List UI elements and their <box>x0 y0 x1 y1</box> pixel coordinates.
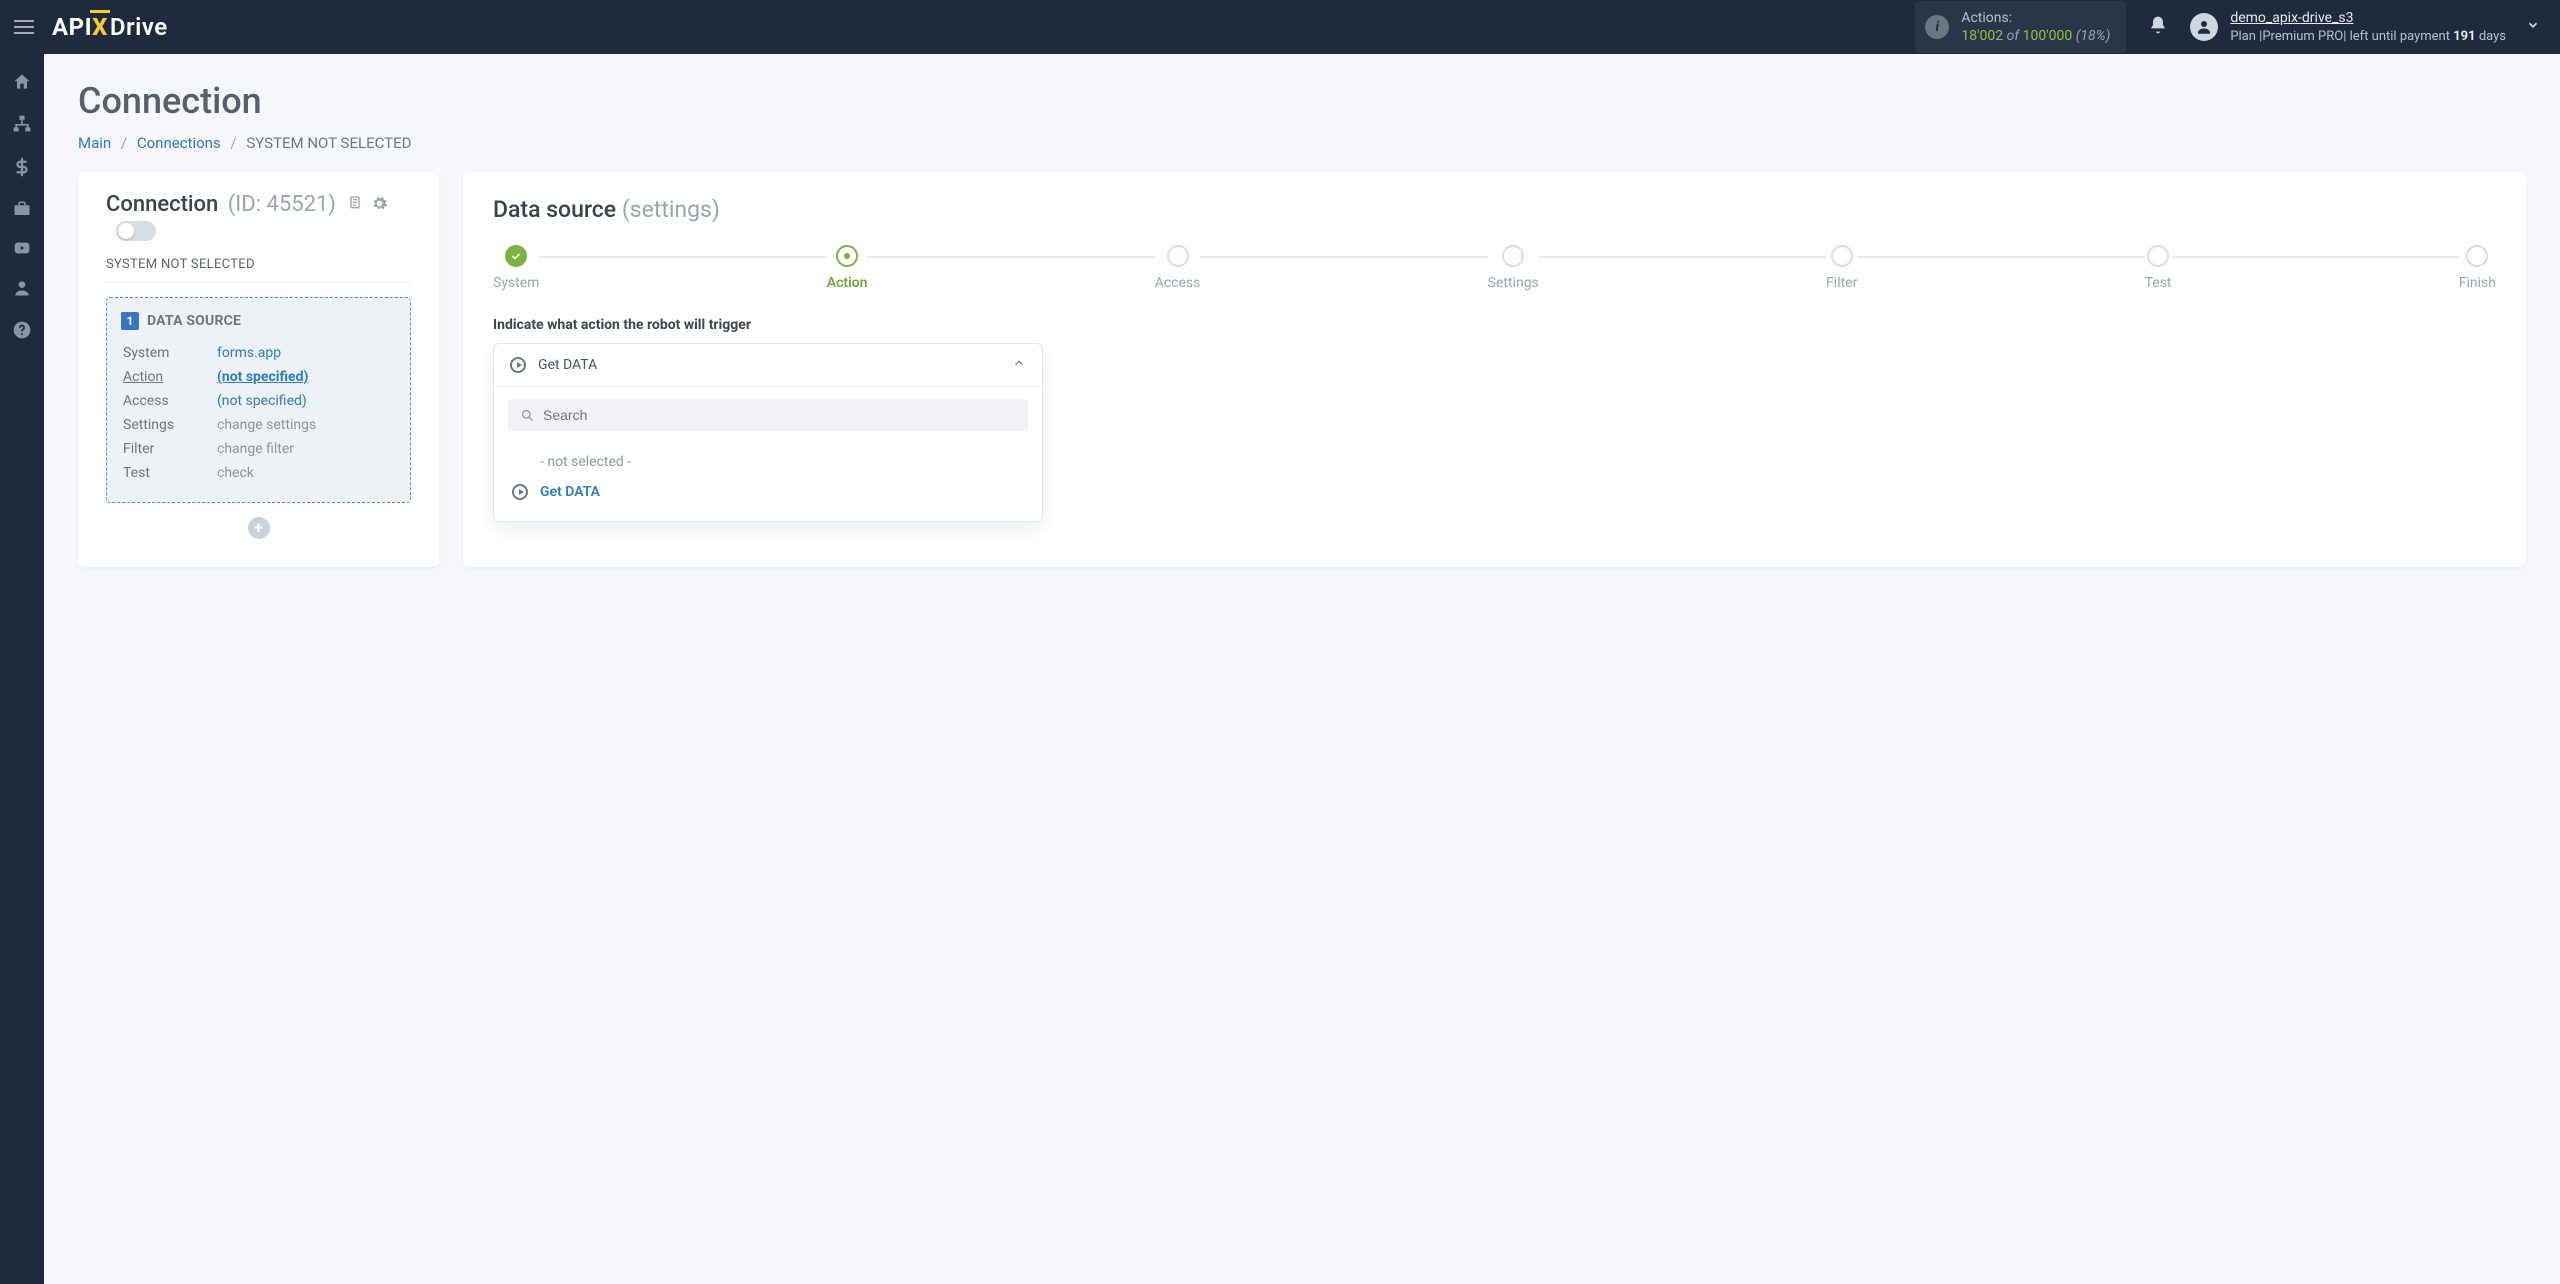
dropdown-search[interactable] <box>508 399 1028 431</box>
search-input[interactable] <box>543 407 1016 423</box>
copy-icon[interactable] <box>347 193 363 218</box>
search-icon <box>520 408 535 423</box>
stepper: System Action Access Settings Filter Test Fini… <box>493 245 2496 291</box>
sitemap-icon[interactable] <box>12 114 32 134</box>
data-source-title: DATA SOURCE <box>147 313 241 329</box>
ds-row-key: Action <box>123 366 215 388</box>
connection-toggle[interactable] <box>116 221 156 241</box>
ds-row-key: Test <box>123 462 215 484</box>
user-icon[interactable] <box>12 278 32 298</box>
dollar-icon[interactable] <box>13 156 31 178</box>
chevron-up-icon <box>1012 356 1026 374</box>
settings-heading-sub: (settings) <box>622 196 720 223</box>
data-source-box[interactable]: 1 DATA SOURCE Systemforms.appAction(not … <box>106 297 411 503</box>
settings-card: Data source (settings) System Action Acces… <box>463 172 2526 567</box>
user-plan: Plan |Premium PRO| left until payment 19… <box>2230 28 2506 46</box>
action-dropdown: Get DATA - not selected -Get DATA <box>493 343 1043 522</box>
logo[interactable]: APIXDrive <box>52 13 168 41</box>
breadcrumb: Main / Connections / SYSTEM NOT SELECTED <box>78 134 2526 152</box>
ds-row-val[interactable]: forms.app <box>217 342 394 364</box>
ds-row-key: Settings <box>123 414 215 436</box>
step-finish[interactable]: Finish <box>2459 245 2496 291</box>
avatar-icon <box>2190 13 2218 41</box>
dropdown-selected: Get DATA <box>538 357 1000 373</box>
page-title: Connection <box>78 80 2526 122</box>
youtube-icon[interactable] <box>11 240 33 256</box>
connection-card: Connection (ID: 45521) SYSTEM NOT SELECT… <box>78 172 439 567</box>
step-test[interactable]: Test <box>2145 245 2172 291</box>
connection-heading: Connection <box>106 192 218 217</box>
ds-row-val[interactable]: (not specified) <box>217 390 394 412</box>
info-icon: i <box>1925 15 1949 39</box>
gear-icon[interactable] <box>371 193 388 218</box>
user-menu[interactable]: demo_apix-drive_s3 Plan |Premium PRO| le… <box>2190 9 2506 45</box>
connection-subheader: SYSTEM NOT SELECTED <box>106 257 411 283</box>
ds-row-val[interactable]: change filter <box>217 438 394 460</box>
actions-percent: (18%) <box>2076 28 2111 44</box>
ds-row-key: System <box>123 342 215 364</box>
bell-icon[interactable] <box>2148 14 2168 40</box>
step-system[interactable]: System <box>493 245 539 291</box>
help-icon[interactable] <box>12 320 32 340</box>
step-action[interactable]: Action <box>827 245 868 291</box>
ds-row-key: Filter <box>123 438 215 460</box>
breadcrumb-main[interactable]: Main <box>78 134 111 152</box>
breadcrumb-connections[interactable]: Connections <box>137 134 221 152</box>
actions-counter[interactable]: i Actions: 18'002 of 100'000 (18%) <box>1915 1 2126 53</box>
play-icon <box>510 357 526 373</box>
home-icon[interactable] <box>12 72 32 92</box>
step-filter[interactable]: Filter <box>1826 245 1857 291</box>
app-header: APIXDrive i Actions: 18'002 of 100'000 (… <box>0 0 2560 54</box>
dropdown-option[interactable]: - not selected - <box>494 447 1042 477</box>
ds-row-val[interactable]: check <box>217 462 394 484</box>
instruction-label: Indicate what action the robot will trig… <box>493 317 2496 333</box>
data-source-badge: 1 <box>121 312 139 330</box>
actions-label: Actions: <box>1961 9 2110 27</box>
dropdown-option[interactable]: Get DATA <box>494 477 1042 507</box>
actions-used: 18'002 <box>1961 28 2003 44</box>
settings-heading: Data source <box>493 196 616 223</box>
sidebar <box>0 54 44 1284</box>
briefcase-icon[interactable] <box>12 200 32 218</box>
add-destination-button[interactable]: + <box>248 517 270 539</box>
ds-row-val[interactable]: change settings <box>217 414 394 436</box>
step-access[interactable]: Access <box>1155 245 1201 291</box>
play-icon <box>512 484 528 500</box>
step-settings[interactable]: Settings <box>1488 245 1539 291</box>
breadcrumb-current: SYSTEM NOT SELECTED <box>246 134 411 152</box>
menu-button[interactable] <box>14 20 38 34</box>
actions-total: 100'000 <box>2023 28 2073 44</box>
connection-id: (ID: 45521) <box>228 192 336 217</box>
ds-row-val[interactable]: (not specified) <box>217 366 394 388</box>
user-name: demo_apix-drive_s3 <box>2230 9 2506 28</box>
chevron-down-icon[interactable] <box>2526 18 2540 36</box>
dropdown-toggle[interactable]: Get DATA <box>494 344 1042 387</box>
ds-row-key: Access <box>123 390 215 412</box>
